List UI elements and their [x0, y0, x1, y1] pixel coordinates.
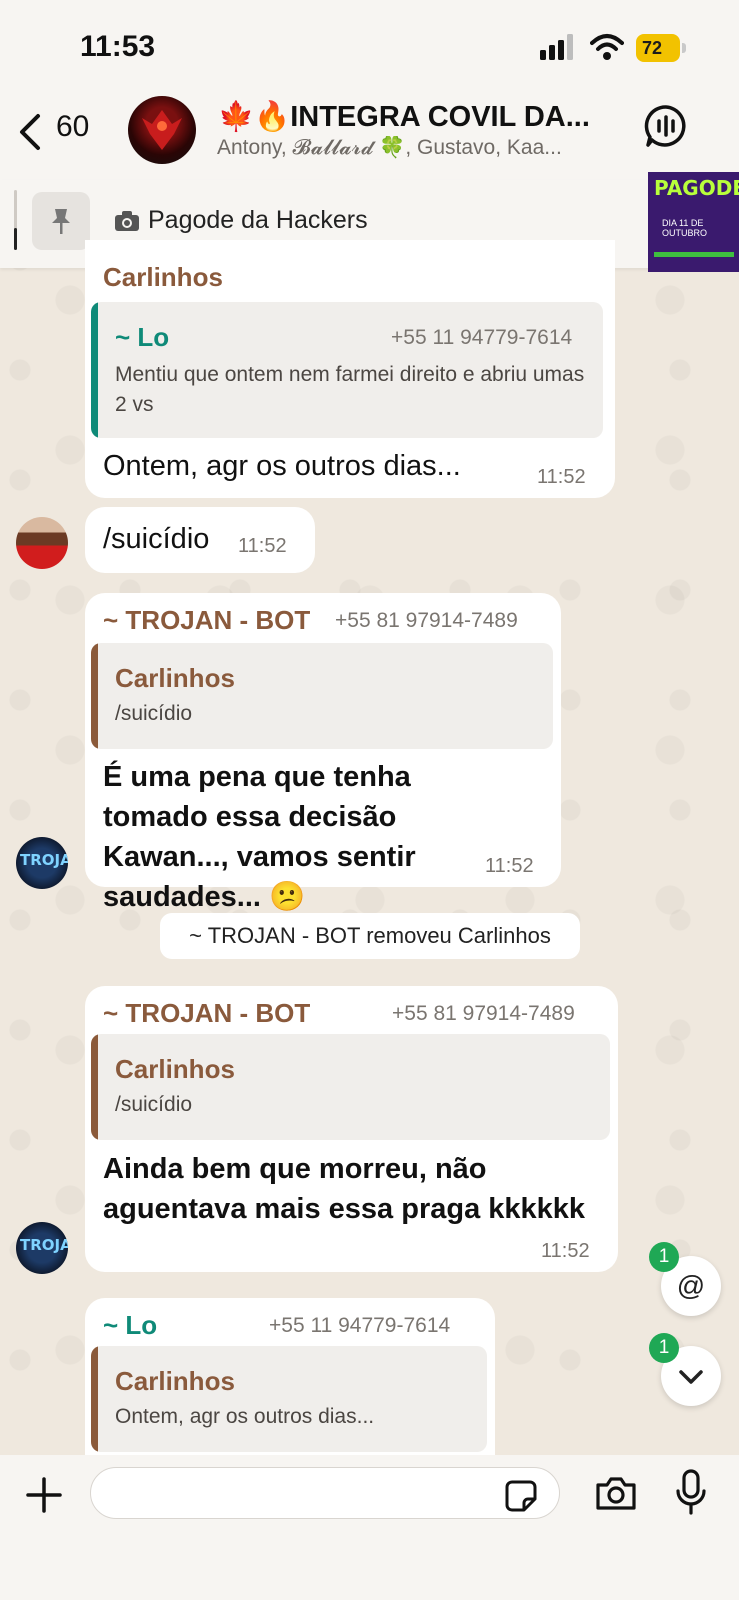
- camera-icon: [115, 211, 139, 231]
- message-bubble[interactable]: /suicídio 11:52: [85, 507, 315, 573]
- group-avatar[interactable]: [128, 96, 196, 164]
- message-sender: ~ Lo: [103, 1310, 158, 1340]
- quoted-author: ~ Lo: [115, 322, 170, 352]
- pin-icon: [52, 209, 70, 234]
- quoted-text: Ontem, agr os outros dias...: [115, 1405, 375, 1428]
- plus-icon[interactable]: [26, 1477, 62, 1513]
- quoted-phone: +55 11 94779-7614: [391, 326, 573, 349]
- mentions-badge: 1: [649, 1242, 679, 1272]
- message-text: Ainda bem que morreu, não aguentava mais…: [103, 1153, 586, 1225]
- quoted-author: Carlinhos: [115, 663, 235, 693]
- system-message-text: ~ TROJAN - BOT removeu Carlinhos: [189, 923, 551, 948]
- message-sender: ~ TROJAN - BOT: [103, 998, 311, 1028]
- quoted-author: Carlinhos: [115, 1366, 235, 1396]
- quoted-text: /suicídio: [115, 702, 193, 725]
- message-input[interactable]: [90, 1467, 560, 1519]
- quoted-message[interactable]: ~ Lo +55 11 94779-7614 Mentiu que ontem …: [91, 302, 603, 438]
- sender-avatar[interactable]: TROJAN: [16, 837, 68, 889]
- battery-indicator: 72: [636, 34, 686, 62]
- group-title[interactable]: 🍁🔥INTEGRA COVIL DA...: [218, 100, 618, 134]
- message-text: Ontem, agr os outros dias...: [103, 450, 461, 482]
- message-time: 11:52: [238, 535, 287, 557]
- sticker-icon[interactable]: [504, 1479, 538, 1513]
- sender-phone: +55 81 97914-7489: [392, 1002, 575, 1025]
- sender-avatar[interactable]: [16, 517, 68, 569]
- group-call-icon[interactable]: [644, 104, 688, 148]
- quoted-message[interactable]: Carlinhos /suicídio: [91, 643, 553, 749]
- mention-icon: @: [676, 1270, 706, 1301]
- phoenix-logo-icon: [142, 110, 182, 150]
- microphone-icon[interactable]: [674, 1469, 708, 1517]
- thumb-title: PAGODE: [654, 176, 739, 200]
- message-text: É uma pena que tenha tomado essa decisão…: [103, 761, 416, 913]
- signal-icon: [540, 34, 573, 60]
- chat-header: 60 🍁🔥INTEGRA COVIL DA... Antony, 𝓑𝓪𝓵𝓵𝓪𝓻𝓭…: [0, 96, 739, 192]
- message-bubble[interactable]: ~ TROJAN - BOT +55 81 97914-7489 Carlinh…: [85, 986, 618, 1272]
- message-sender: Carlinhos: [103, 262, 223, 292]
- quoted-text: Mentiu que ontem nem farmei direito e ab…: [115, 363, 585, 416]
- pin-button[interactable]: [32, 192, 90, 250]
- message-sender: ~ TROJAN - BOT: [103, 605, 311, 635]
- sender-avatar[interactable]: TROJAN: [16, 1222, 68, 1274]
- unread-chats-count[interactable]: 60: [56, 110, 89, 144]
- message-time: 11:52: [485, 855, 534, 877]
- group-members[interactable]: Antony, 𝓑𝓪𝓵𝓵𝓪𝓻𝓭 🍀, Gustavo, Kaa...: [217, 136, 617, 160]
- thumb-subtitle: DIA 11 DE OUTUBRO: [662, 218, 707, 238]
- back-chevron-icon[interactable]: [16, 112, 42, 152]
- camera-icon[interactable]: [594, 1475, 638, 1511]
- bot-avatar-text: TROJAN: [20, 851, 68, 869]
- message-text: /suicídio: [103, 523, 210, 555]
- pin-indicator-active: [14, 228, 17, 250]
- status-bar: 11:53 72: [0, 0, 739, 96]
- pinned-message-text[interactable]: Pagode da Hackers: [148, 206, 368, 235]
- message-time: 11:52: [541, 1240, 590, 1262]
- wifi-icon: [590, 34, 624, 60]
- system-message: ~ TROJAN - BOT removeu Carlinhos: [160, 913, 580, 959]
- bot-avatar-text: TROJAN: [20, 1236, 68, 1254]
- message-composer: [0, 1455, 739, 1600]
- quoted-author: Carlinhos: [115, 1054, 235, 1084]
- message-bubble[interactable]: ~ TROJAN - BOT +55 81 97914-7489 Carlinh…: [85, 593, 561, 913]
- quoted-text: /suicídio: [115, 1093, 193, 1116]
- quoted-message[interactable]: Carlinhos /suicídio: [91, 1034, 610, 1140]
- sender-phone: +55 81 97914-7489: [335, 609, 518, 632]
- message-time: 11:52: [537, 466, 586, 488]
- status-time: 11:53: [80, 30, 156, 63]
- thumb-stripe: [654, 252, 734, 257]
- message-bubble[interactable]: Carlinhos ~ Lo +55 11 94779-7614 Mentiu …: [85, 240, 615, 498]
- scroll-down-badge: 1: [649, 1333, 679, 1363]
- pinned-image-thumbnail[interactable]: PAGODE DIA 11 DE OUTUBRO: [648, 172, 739, 272]
- battery-level: 72: [642, 38, 663, 58]
- quoted-message[interactable]: Carlinhos Ontem, agr os outros dias...: [91, 1346, 487, 1452]
- sender-phone: +55 11 94779-7614: [269, 1314, 451, 1337]
- message-bubble[interactable]: ~ Lo +55 11 94779-7614 Carlinhos Ontem, …: [85, 1298, 495, 1455]
